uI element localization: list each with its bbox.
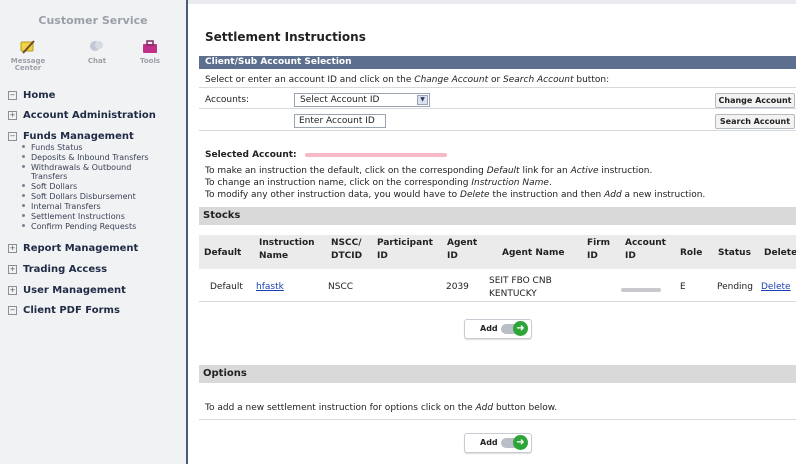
collapse-icon[interactable]: − (8, 132, 17, 141)
tools-label: Tools (139, 57, 161, 65)
col-agent-name: Agent Name (502, 248, 565, 258)
cell-nscc: NSCC (328, 282, 354, 292)
account-select-value: Select Account ID (300, 95, 380, 105)
nav-account-administration[interactable]: + Account Administration (8, 110, 156, 121)
add-option-instruction-button[interactable]: Add ➜ (464, 433, 532, 453)
sidebar: Customer Service Message Center Chat Too… (0, 0, 186, 464)
expand-icon[interactable]: + (8, 265, 17, 274)
col-firm-id: Firm ID (587, 238, 611, 261)
customer-service-title: Customer Service (38, 14, 148, 27)
page-title: Settlement Instructions (205, 30, 366, 44)
nav-settlement-instructions[interactable]: Settlement Instructions (22, 212, 125, 221)
message-center-icon (8, 38, 48, 58)
nav-report-management[interactable]: + Report Management (8, 243, 138, 254)
col-nscc-dtcid: NSCC/DTCID (331, 238, 363, 261)
nav-trading-access-label: Trading Access (23, 264, 108, 275)
col-account-id: Account ID (625, 238, 666, 261)
options-header: Options (199, 365, 796, 383)
divider (199, 108, 796, 109)
options-instruction-text: To add a new settlement instruction for … (205, 403, 558, 413)
instruction-line-3: To modify any other instruction data, yo… (205, 190, 706, 200)
nav-user-management[interactable]: + User Management (8, 285, 126, 296)
selected-account-value (305, 150, 447, 160)
select-prompt: Select or enter an account ID and click … (205, 75, 610, 85)
change-account-button[interactable]: Change Account (715, 93, 795, 108)
cell-status: Pending (717, 282, 753, 292)
nav-funds-status[interactable]: Funds Status (22, 143, 83, 152)
add-label: Add (480, 438, 498, 447)
divider (199, 301, 796, 302)
cell-agent-id: 2039 (446, 282, 469, 292)
account-id-input[interactable]: Enter Account ID (294, 114, 386, 128)
accounts-label: Accounts: (205, 95, 250, 105)
stocks-header: Stocks (199, 207, 796, 225)
nav-report-management-label: Report Management (23, 243, 139, 254)
nav-client-pdf-forms-label: Client PDF Forms (23, 305, 120, 316)
cell-account-id (621, 285, 661, 295)
chat-label: Chat (87, 57, 107, 65)
message-center-label-2: Center (14, 64, 42, 72)
nav-soft-dollars[interactable]: Soft Dollars (22, 182, 77, 191)
arrow-right-icon: ➜ (513, 321, 528, 336)
nav-withdrawals[interactable]: Withdrawals & Outbound (22, 163, 131, 172)
account-id-select[interactable]: Select Account ID ▼ (294, 93, 430, 107)
col-status: Status (718, 248, 751, 258)
account-selection-header: Client/Sub Account Selection (199, 56, 796, 69)
nav-soft-dollars-disbursement[interactable]: Soft Dollars Disbursement (22, 192, 136, 201)
nav-withdrawals-cont[interactable]: Transfers (31, 172, 67, 181)
chevron-down-icon[interactable]: ▼ (417, 95, 428, 105)
tools-link[interactable]: Tools (130, 38, 170, 65)
cell-default[interactable]: Default (210, 282, 243, 292)
nav-deposits[interactable]: Deposits & Inbound Transfers (22, 153, 149, 162)
nav-funds-management-label: Funds Management (23, 131, 134, 142)
collapse-icon[interactable]: − (8, 91, 17, 100)
cell-agent-name: SEIT FBO CNB KENTUCKY (489, 276, 552, 299)
expand-icon[interactable]: + (8, 286, 17, 295)
arrow-right-icon: ➜ (513, 435, 528, 450)
instruction-line-2: To change an instruction name, click on … (205, 178, 552, 188)
col-delete: Delete (764, 248, 796, 258)
nav-confirm-pending-requests[interactable]: Confirm Pending Requests (22, 222, 136, 231)
top-strip (188, 0, 796, 4)
selected-account-label: Selected Account: (205, 150, 297, 160)
divider (199, 87, 796, 88)
tools-icon (130, 38, 170, 58)
divider (199, 419, 796, 420)
delete-link[interactable]: Delete (761, 282, 791, 292)
col-instruction-name: Instruction Name (259, 238, 315, 261)
instruction-name-link[interactable]: hfastk (256, 282, 284, 292)
add-stock-instruction-button[interactable]: Add ➜ (464, 319, 532, 339)
collapse-icon[interactable]: − (8, 306, 17, 315)
col-role: Role (680, 248, 703, 258)
col-agent-id: Agent ID (447, 238, 478, 261)
col-participant-id: Participant ID (377, 238, 433, 261)
nav-home-label: Home (23, 90, 56, 101)
nav-account-administration-label: Account Administration (23, 110, 156, 121)
col-default: Default (204, 248, 242, 258)
sidebar-divider (186, 0, 188, 464)
message-center-link[interactable]: Message Center (8, 38, 48, 72)
nav-client-pdf-forms[interactable]: − Client PDF Forms (8, 305, 120, 316)
chat-icon (77, 38, 117, 58)
nav-user-management-label: User Management (23, 285, 126, 296)
chat-link[interactable]: Chat (77, 38, 117, 65)
search-account-button[interactable]: Search Account (715, 114, 795, 129)
expand-icon[interactable]: + (8, 111, 17, 120)
nav-internal-transfers[interactable]: Internal Transfers (22, 202, 101, 211)
nav-funds-management[interactable]: − Funds Management (8, 131, 134, 142)
nav-home[interactable]: − Home (8, 90, 55, 101)
expand-icon[interactable]: + (8, 244, 17, 253)
divider (199, 130, 796, 131)
cell-role: E (680, 282, 686, 292)
instruction-line-1: To make an instruction the default, clic… (205, 166, 653, 176)
nav-trading-access[interactable]: + Trading Access (8, 264, 107, 275)
add-label: Add (480, 324, 498, 333)
